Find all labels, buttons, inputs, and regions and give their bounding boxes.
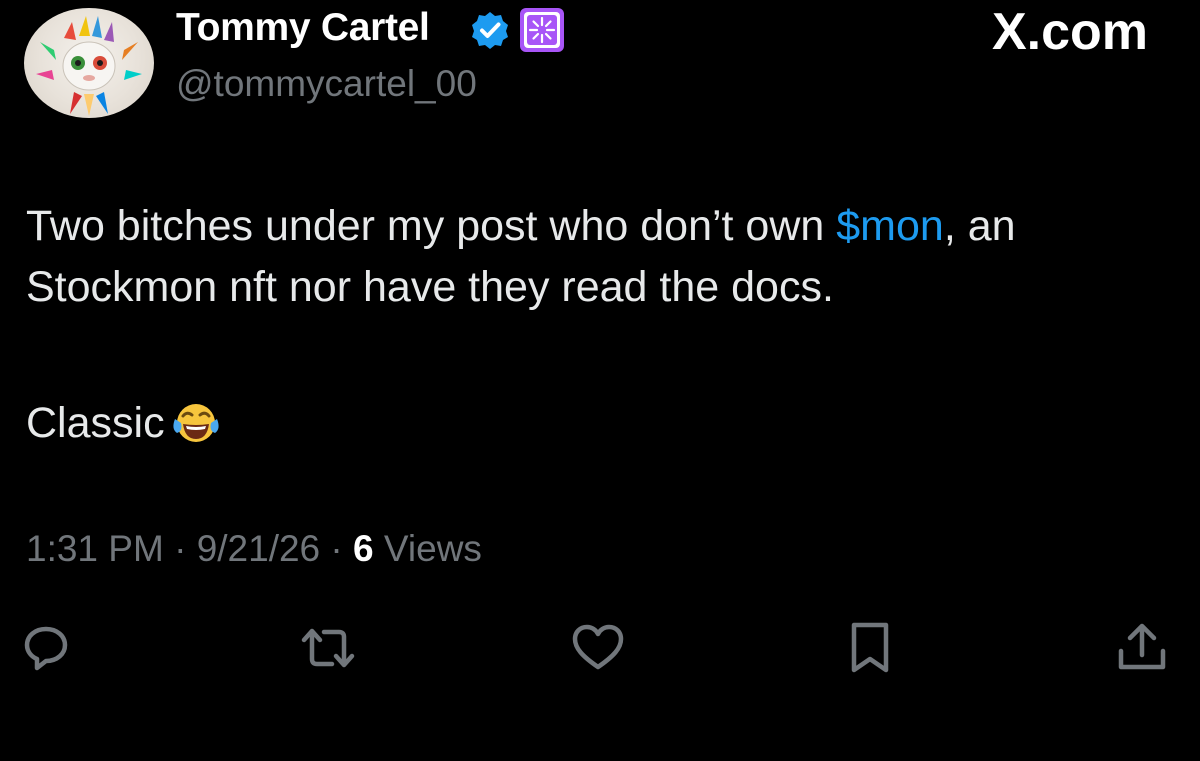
repost-icon xyxy=(301,628,355,668)
avatar[interactable] xyxy=(24,8,154,118)
views-label[interactable]: Views xyxy=(374,528,482,569)
post-line-3: Classic xyxy=(26,393,221,462)
meta-separator: · xyxy=(320,528,354,569)
bookmark-button[interactable] xyxy=(842,620,898,676)
post-line-2: Stockmon nft nor have they read the docs… xyxy=(26,263,834,311)
cashtag-link[interactable]: $mon xyxy=(836,202,944,250)
post-time[interactable]: 1:31 PM xyxy=(26,528,164,569)
post-line-1-end: , an xyxy=(943,202,1016,250)
share-icon xyxy=(1118,623,1166,670)
verified-badge-icon xyxy=(470,10,510,50)
avatar-image xyxy=(36,16,142,116)
tears-of-joy-emoji-icon xyxy=(171,399,221,462)
reply-icon xyxy=(24,626,68,671)
heart-icon xyxy=(572,624,624,670)
site-label: X.com xyxy=(991,3,1148,61)
post-meta: 1:31 PM · 9/21/26 · 6 Views xyxy=(26,528,482,570)
post-text: Two bitches under my post who don’t own … xyxy=(26,196,1186,318)
user-handle[interactable]: @tommycartel_00 xyxy=(176,63,477,105)
reply-button[interactable] xyxy=(18,620,74,676)
post-line-1: Two bitches under my post who don’t own … xyxy=(26,196,1186,257)
bookmark-icon xyxy=(851,622,889,673)
display-name[interactable]: Tommy Cartel xyxy=(176,6,430,50)
action-bar xyxy=(0,620,1200,680)
like-button[interactable] xyxy=(570,620,626,676)
post-line-3-text: Classic xyxy=(26,399,165,447)
views-count[interactable]: 6 xyxy=(353,528,374,569)
affiliate-badge-icon[interactable] xyxy=(520,8,564,52)
post-line-1-text: Two bitches under my post who don’t own xyxy=(26,202,837,250)
repost-button[interactable] xyxy=(300,620,356,676)
meta-separator: · xyxy=(163,528,197,569)
post-date[interactable]: 9/21/26 xyxy=(197,528,320,569)
share-button[interactable] xyxy=(1114,620,1170,676)
